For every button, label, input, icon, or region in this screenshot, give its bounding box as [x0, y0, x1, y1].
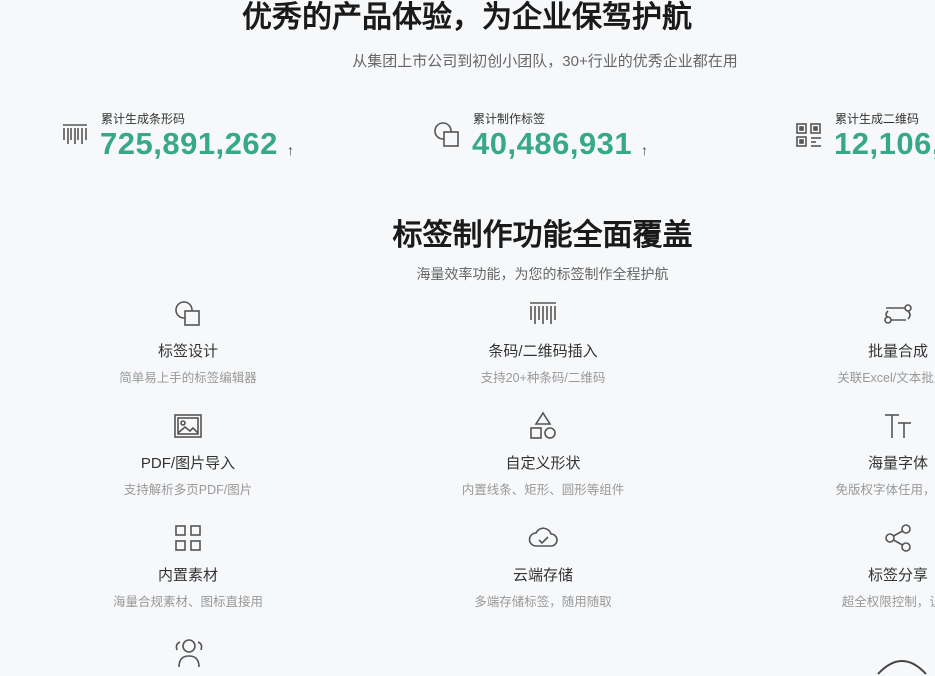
feature-name: 自定义形状 [505, 455, 581, 472]
feature-name: 标签设计 [157, 343, 218, 360]
barcode-icon [63, 124, 87, 144]
feature-barcode-insert[interactable]: 条码/二维码插入 支持20+种条码/二维码 [433, 298, 653, 386]
feature-name: 批量合成 [867, 343, 928, 360]
feature-desc: 关联Excel/文本批量合 [837, 371, 935, 385]
feature-name: 标签分享 [867, 567, 928, 584]
features-subtitle: 海量效率功能，为您的标签制作全程护航 [416, 266, 669, 282]
stat-value: 725,891,262 [100, 126, 278, 161]
feature-batch-merge[interactable]: 批量合成 关联Excel/文本批量合 [788, 298, 935, 386]
feature-label-design[interactable]: 标签设计 简单易上手的标签编辑器 [78, 298, 298, 386]
feature-desc: 多端存储标签，随用随取 [474, 595, 612, 609]
support-icon[interactable] [876, 656, 928, 676]
feature-desc: 超全权限控制，让交 [841, 595, 935, 609]
hero-title: 优秀的产品体验，为企业保驾护航 [242, 1, 692, 34]
feature-builtin-assets[interactable]: 内置素材 海量合规素材、图标直接用 [78, 522, 298, 610]
feature-name: PDF/图片导入 [140, 455, 236, 472]
cloud-icon [528, 527, 558, 547]
feature-desc: 海量合规素材、图标直接用 [112, 595, 263, 609]
feature-desc: 支持解析多页PDF/图片 [123, 483, 253, 497]
feature-name: 条码/二维码插入 [488, 343, 598, 360]
stat-label: 累计生成条形码 [101, 112, 186, 126]
feature-desc: 支持20+种条码/二维码 [480, 371, 606, 385]
stat-value: 40,486,931 [472, 126, 633, 161]
shapes-icon [530, 411, 556, 439]
up-arrow-icon: ↑ [641, 142, 648, 158]
label-design-icon [175, 301, 200, 326]
image-icon [174, 414, 202, 438]
feature-custom-shapes[interactable]: 自定义形状 内置线条、矩形、圆形等组件 [433, 410, 653, 498]
feature-name: 云端存储 [512, 567, 573, 584]
feature-desc: 内置线条、矩形、圆形等组件 [461, 483, 625, 497]
batch-merge-icon [884, 304, 912, 324]
feature-name: 内置素材 [157, 567, 218, 584]
team-icon [175, 639, 203, 668]
font-icon [885, 414, 911, 438]
feature-name: 海量字体 [867, 455, 928, 472]
feature-desc: 免版权字体任用，支持 [835, 483, 935, 497]
feature-label-share[interactable]: 标签分享 超全权限控制，让交 [788, 522, 935, 610]
barcode-icon [530, 302, 556, 324]
up-arrow-icon: ↑ [287, 142, 294, 158]
feature-desc: 简单易上手的标签编辑器 [119, 371, 257, 385]
share-icon [885, 524, 911, 552]
stat-label: 累计制作标签 [473, 112, 546, 126]
qrcode-icon [796, 123, 821, 147]
label-shapes-icon [434, 122, 459, 147]
feature-fonts[interactable]: 海量字体 免版权字体任用，支持 [788, 410, 935, 498]
hero-subtitle: 从集团上市公司到初创小团队，30+行业的优秀企业都在用 [352, 53, 738, 70]
stat-label: 累计生成二维码 [835, 112, 920, 126]
stat-value: 12,106, [834, 126, 935, 161]
feature-pdf-import[interactable]: PDF/图片导入 支持解析多页PDF/图片 [78, 410, 298, 498]
features-title: 标签制作功能全面覆盖 [392, 219, 693, 252]
feature-cloud-storage[interactable]: 云端存储 多端存储标签，随用随取 [433, 522, 653, 610]
grid-icon [175, 525, 201, 551]
